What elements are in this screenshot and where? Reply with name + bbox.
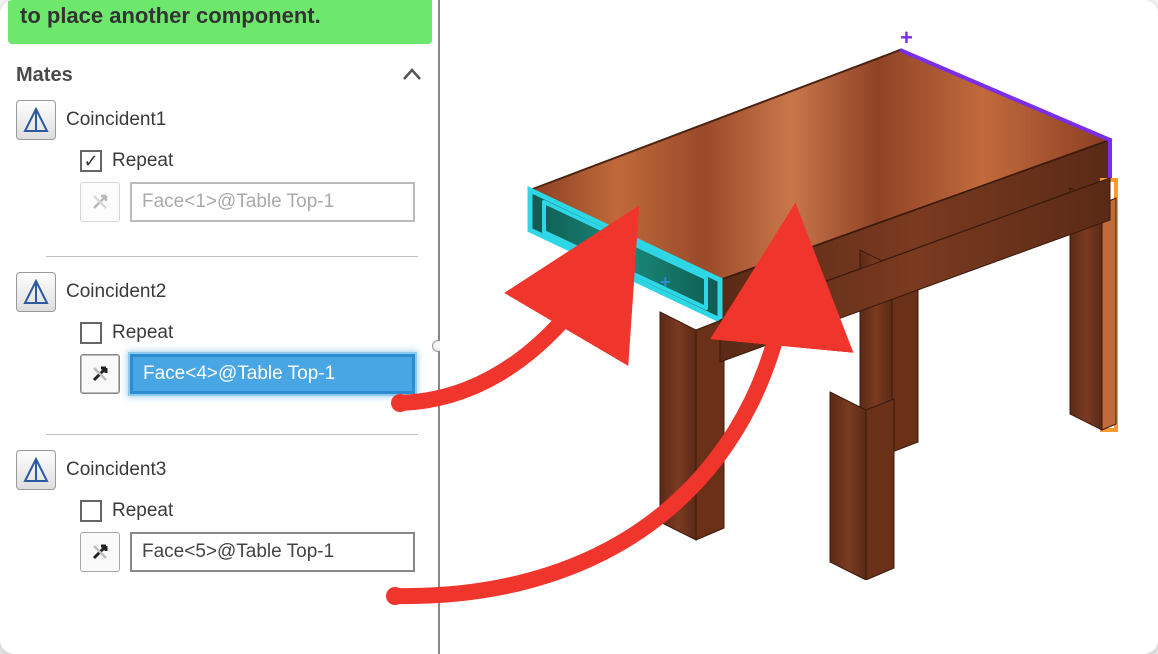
mate1-repeat-row[interactable]: Repeat bbox=[80, 150, 424, 172]
mate1-face-field[interactable]: Face<1>@Table Top-1 bbox=[130, 182, 415, 222]
mate1-face-row: Face<1>@Table Top-1 bbox=[80, 182, 424, 222]
coincident-icon bbox=[16, 450, 56, 490]
mate1-repeat-label: Repeat bbox=[112, 150, 173, 172]
mate3-repeat-label: Repeat bbox=[112, 500, 173, 522]
mates-section-header[interactable]: Mates bbox=[16, 58, 424, 92]
mate3-face-row: Face<5>@Table Top-1 bbox=[80, 532, 424, 572]
mate3-repeat-row[interactable]: Repeat bbox=[80, 500, 424, 522]
mate2-body: Repeat Face<4>@Table Top-1 bbox=[16, 322, 424, 394]
table-assembly: + + bbox=[470, 20, 1130, 580]
swap-reference-icon[interactable] bbox=[80, 354, 120, 394]
svg-text:+: + bbox=[660, 272, 671, 292]
svg-text:+: + bbox=[900, 25, 913, 50]
mate2-face-row: Face<4>@Table Top-1 bbox=[80, 354, 424, 394]
mate3-name: Coincident3 bbox=[66, 459, 166, 481]
coincident-icon bbox=[16, 272, 56, 312]
table-leg-front-right[interactable] bbox=[830, 392, 894, 580]
divider-1 bbox=[46, 256, 418, 257]
mate3-face-field[interactable]: Face<5>@Table Top-1 bbox=[130, 532, 415, 572]
app-window: to place another component. Mates Coinci… bbox=[0, 0, 1158, 654]
coincident-icon bbox=[16, 100, 56, 140]
feature-panel: to place another component. Mates Coinci… bbox=[0, 0, 440, 654]
mate-item-1: Coincident1 Repeat Face<1>@Table Top-1 bbox=[16, 100, 424, 222]
mate2-repeat-row[interactable]: Repeat bbox=[80, 322, 424, 344]
mate2-name: Coincident2 bbox=[66, 281, 166, 303]
swap-reference-icon[interactable] bbox=[80, 182, 120, 222]
mate2-repeat-label: Repeat bbox=[112, 322, 173, 344]
hint-text: to place another component. bbox=[20, 3, 321, 28]
table-leg-front-left[interactable] bbox=[660, 312, 724, 540]
hint-bar: to place another component. bbox=[8, 0, 432, 44]
mate-item-2: Coincident2 Repeat Face<4>@Table Top-1 bbox=[16, 272, 424, 394]
mate3-body: Repeat Face<5>@Table Top-1 bbox=[16, 500, 424, 572]
divider-2 bbox=[46, 434, 418, 435]
swap-reference-icon[interactable] bbox=[80, 532, 120, 572]
mate1-repeat-checkbox[interactable] bbox=[80, 150, 102, 172]
mates-section-title: Mates bbox=[16, 64, 73, 87]
mate3-repeat-checkbox[interactable] bbox=[80, 500, 102, 522]
mate1-body: Repeat Face<1>@Table Top-1 bbox=[16, 150, 424, 222]
3d-viewport[interactable]: + + bbox=[440, 0, 1158, 654]
mate1-name: Coincident1 bbox=[66, 109, 166, 131]
mate2-repeat-checkbox[interactable] bbox=[80, 322, 102, 344]
mate-item-3: Coincident3 Repeat Face<5>@Table Top-1 bbox=[16, 450, 424, 572]
mate2-face-field[interactable]: Face<4>@Table Top-1 bbox=[130, 354, 415, 394]
mate2-title-row[interactable]: Coincident2 bbox=[16, 272, 424, 312]
mate1-title-row[interactable]: Coincident1 bbox=[16, 100, 424, 140]
collapse-icon[interactable] bbox=[400, 63, 424, 87]
mate3-title-row[interactable]: Coincident3 bbox=[16, 450, 424, 490]
